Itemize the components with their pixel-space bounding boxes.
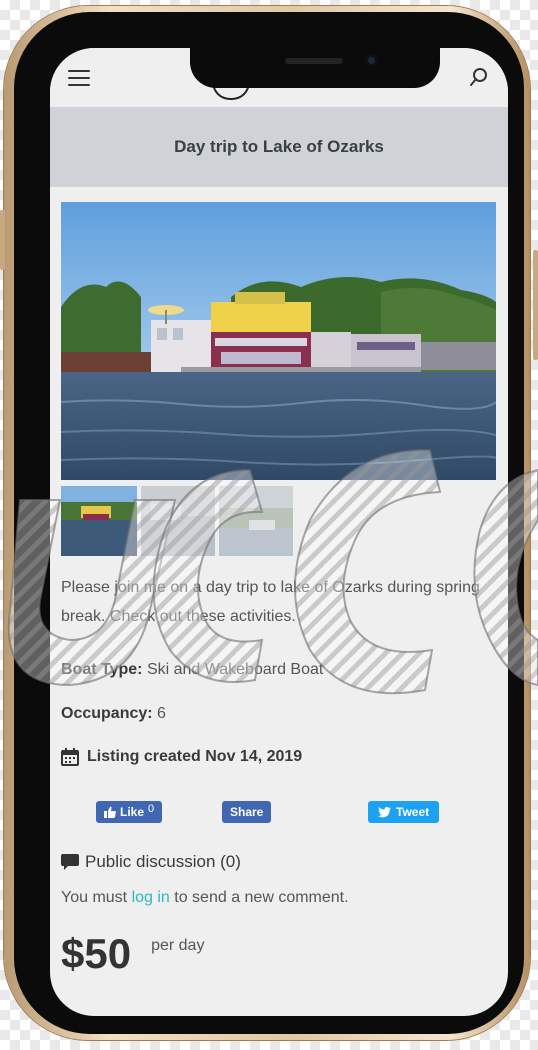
comment-prefix: You must <box>61 889 132 906</box>
share-label: Share <box>230 805 264 819</box>
boat-type-value: Ski and Wakeboard Boat <box>146 661 324 678</box>
side-button-left <box>0 210 5 270</box>
listing-created-text: Listing created Nov 14, 2019 <box>87 748 303 765</box>
facebook-thumb-icon <box>104 806 116 818</box>
listing-description: Please join me on a day trip to lake of … <box>61 579 480 625</box>
boat-type-label: Boat Type: <box>61 661 143 678</box>
listing-created-row: Listing created Nov 14, 2019 <box>61 748 302 766</box>
facebook-like-button[interactable]: Like 0 <box>96 801 163 823</box>
comment-login-note: You must log in to send a new comment. <box>61 889 349 907</box>
side-button-right <box>533 250 538 360</box>
listing-details: Please join me on a day trip to lake of … <box>61 573 491 977</box>
login-link[interactable]: log in <box>132 889 170 906</box>
page-title-bar: Day trip to Lake of Ozarks <box>50 107 508 187</box>
speech-bubble-icon <box>61 853 79 870</box>
menu-icon[interactable] <box>68 70 90 86</box>
listing-main-photo[interactable] <box>61 202 496 480</box>
speaker-grille <box>285 58 343 64</box>
discussion-header: Public discussion (0) <box>61 852 241 872</box>
discussion-title: Public discussion (0) <box>85 852 241 871</box>
like-count: 0 <box>148 803 155 815</box>
facebook-share-button[interactable]: Share <box>222 801 272 823</box>
thumbnail-3[interactable] <box>219 486 293 556</box>
price-unit: per day <box>151 937 205 954</box>
calendar-icon <box>61 748 79 766</box>
thumbnail-1[interactable] <box>61 486 137 556</box>
tweet-button[interactable]: Tweet <box>368 801 440 823</box>
price-block: $50 per day <box>61 931 204 977</box>
twitter-bird-icon <box>378 806 391 817</box>
phone-bezel: Day trip to Lake of Ozarks Please join m… <box>14 12 524 1034</box>
tweet-label: Tweet <box>396 805 430 819</box>
photo-thumbnails <box>61 486 293 556</box>
occupancy-label: Occupancy: <box>61 705 153 722</box>
like-label: Like <box>120 805 145 819</box>
search-icon[interactable] <box>468 66 490 88</box>
comment-suffix: to send a new comment. <box>169 889 349 906</box>
front-camera <box>366 55 377 66</box>
phone-screen: Day trip to Lake of Ozarks Please join m… <box>50 48 508 1016</box>
boat-type-row: Boat Type: Ski and Wakeboard Boat <box>61 661 323 679</box>
price-amount: $50 <box>61 930 132 977</box>
phone-notch <box>190 48 440 88</box>
occupancy-value: 6 <box>157 705 166 722</box>
occupancy-row: Occupancy: 6 <box>61 705 166 723</box>
thumbnail-2[interactable] <box>141 486 215 556</box>
social-share-row: Like 0 Share Tweet <box>61 801 491 827</box>
page-title: Day trip to Lake of Ozarks <box>174 137 384 156</box>
lake-photo <box>61 202 496 480</box>
